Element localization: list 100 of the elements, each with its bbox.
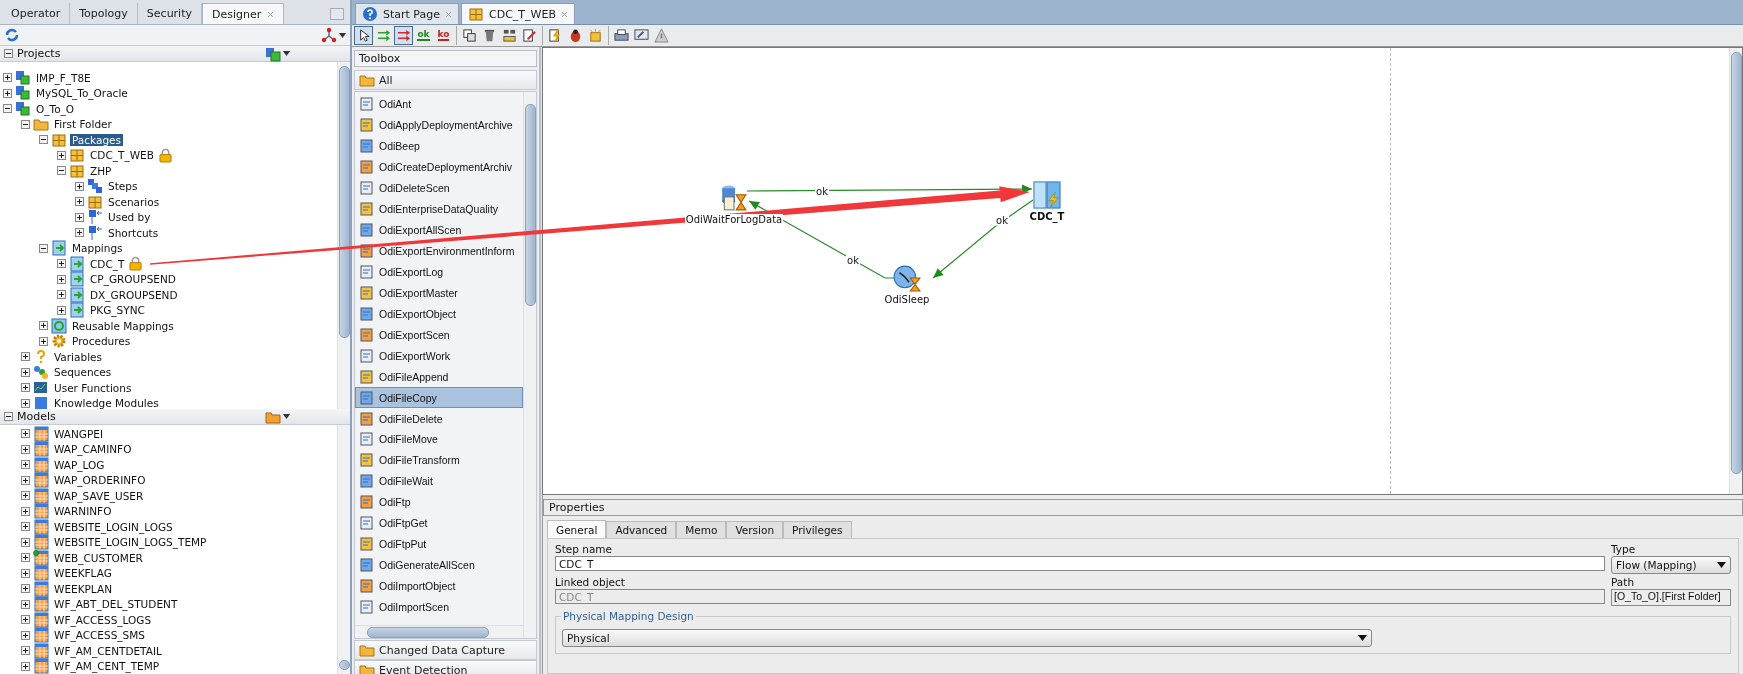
expand-icon[interactable] — [39, 321, 48, 331]
tree-item[interactable]: Scenarios — [106, 195, 162, 208]
toolbox-item[interactable]: OdiFtpGet — [355, 512, 523, 534]
expand-icon[interactable] — [21, 615, 30, 625]
expand-icon[interactable] — [57, 290, 66, 300]
toolbox-item[interactable]: OdiExportLog — [355, 261, 523, 283]
scrollbar[interactable] — [355, 625, 523, 638]
collapse-icon[interactable] — [4, 412, 13, 421]
tree-item[interactable]: WEBSITE_LOGIN_LOGS_TEMP — [52, 536, 209, 549]
caret-icon[interactable] — [283, 414, 290, 419]
toolbox-item[interactable]: OdiFileCopy — [355, 387, 523, 409]
tree-item[interactable]: IMP_F_T8E — [34, 71, 93, 84]
panel-tab[interactable]: Topology — [70, 3, 138, 24]
tree-item[interactable]: DX_GROUPSEND — [88, 288, 180, 301]
tree-item[interactable]: Procedures — [70, 335, 133, 348]
tree-item[interactable]: User Functions — [52, 381, 134, 394]
panel-tab[interactable]: Operator — [2, 3, 71, 24]
toolbox-item[interactable]: OdiFileTransform — [355, 449, 523, 471]
scrollbar[interactable] — [523, 92, 536, 638]
ok-link-button[interactable]: ok — [414, 26, 433, 45]
toolbox-item[interactable]: OdiExportObject — [355, 303, 523, 325]
expand-icon[interactable] — [75, 181, 84, 191]
collapse-icon[interactable] — [39, 135, 48, 145]
toolbox-item[interactable]: OdiImportScen — [355, 596, 523, 618]
tree-item[interactable]: WF_ACCESS_SMS — [52, 629, 147, 642]
tree-item[interactable]: WEB_CUSTOMER — [52, 551, 145, 564]
tree-item[interactable]: Shortcuts — [106, 226, 161, 239]
expand-icon[interactable] — [21, 460, 30, 470]
tree-item[interactable]: CP_GROUPSEND — [88, 273, 178, 286]
toolbox-item[interactable]: OdiExportAllScen — [355, 219, 523, 241]
toolbox-group[interactable]: Changed Data Capture — [354, 640, 537, 660]
tree-item[interactable]: Used by — [106, 211, 153, 224]
properties-tab[interactable]: Version — [726, 521, 784, 538]
tree-item[interactable]: WEEKPLAN — [52, 582, 114, 595]
expand-icon[interactable] — [21, 522, 30, 532]
expand-icon[interactable] — [57, 150, 66, 160]
tree-item[interactable]: WEBSITE_LOGIN_LOGS — [52, 520, 175, 533]
toolbox-item[interactable]: OdiExportScen — [355, 324, 523, 346]
expand-icon[interactable] — [21, 599, 30, 609]
expand-icon[interactable] — [21, 537, 30, 547]
tree-item[interactable]: Knowledge Modules — [52, 397, 161, 409]
expand-icon[interactable] — [21, 630, 30, 640]
tree-item[interactable]: WF_AM_CENTDETAIL — [52, 644, 164, 657]
tree-item[interactable]: MySQL_To_Oracle — [34, 87, 130, 100]
ko-link-button[interactable]: ko — [434, 26, 453, 45]
tree-item[interactable]: ZHP — [88, 164, 114, 177]
tree-item[interactable]: WAP_ORDERINFO — [52, 474, 148, 487]
editor-tab[interactable]: CDC_T_WEB — [461, 3, 575, 24]
expand-icon[interactable] — [75, 197, 84, 207]
properties-tab[interactable]: Privileges — [783, 521, 852, 538]
expand-icon[interactable] — [57, 274, 66, 284]
expand-icon[interactable] — [3, 73, 12, 83]
tree-item[interactable]: O_To_O — [34, 102, 77, 115]
tree-item[interactable]: Steps — [106, 180, 140, 193]
panel-tab[interactable]: Designer — [202, 3, 285, 24]
scrollbar[interactable] — [337, 62, 350, 409]
toolbox-item[interactable]: OdiFtp — [355, 491, 523, 513]
properties-tab[interactable]: Advanced — [606, 521, 677, 538]
flow-button[interactable] — [394, 26, 413, 45]
toolbox-item[interactable]: OdiFileWait — [355, 470, 523, 492]
path-field[interactable]: [O_To_O].[First Folder] — [1611, 589, 1731, 606]
scrollbar[interactable] — [1729, 48, 1742, 494]
toolbox-item[interactable]: OdiFileMove — [355, 429, 523, 450]
toolbox-item[interactable]: OdiImportObject — [355, 575, 523, 597]
edit-button[interactable] — [520, 26, 539, 45]
tree-item[interactable]: WF_AM_CENT_TEMP — [52, 660, 162, 673]
toolbox-item[interactable]: OdiEnterpriseDataQuality — [355, 198, 523, 220]
scrollbar[interactable] — [337, 425, 350, 674]
expand-icon[interactable] — [75, 212, 84, 222]
toolbox-item[interactable]: OdiBeep — [355, 135, 523, 157]
expand-icon[interactable] — [21, 646, 30, 656]
expand-icon[interactable] — [39, 336, 48, 346]
toolbox-item[interactable]: OdiGenerateAllScen — [355, 554, 523, 576]
expand-icon[interactable] — [21, 352, 30, 362]
pointer-button[interactable] — [354, 26, 373, 45]
expand-icon[interactable] — [57, 305, 66, 315]
tree-item[interactable]: WAP_LOG — [52, 458, 107, 471]
tree-item[interactable]: WF_ABT_DEL_STUDENT — [52, 598, 180, 611]
tree-item[interactable]: Packages — [70, 133, 123, 146]
collapse-icon[interactable] — [3, 104, 12, 114]
editor-tab[interactable]: Start Page — [355, 3, 459, 24]
tree-item[interactable]: Variables — [52, 350, 104, 363]
toolbox-group[interactable]: All — [354, 70, 537, 90]
collapse-icon[interactable] — [39, 243, 48, 253]
tree-item[interactable]: WAP_SAVE_USER — [52, 489, 146, 502]
tree-item[interactable]: PKG_SYNC — [88, 304, 147, 317]
tree-item[interactable]: Reusable Mappings — [70, 319, 176, 332]
tree-item[interactable]: Mappings — [70, 242, 125, 255]
tree-item[interactable]: WARNINFO — [52, 505, 114, 518]
expand-icon[interactable] — [3, 88, 12, 98]
properties-tab[interactable]: General — [547, 520, 607, 538]
expand-icon[interactable] — [21, 553, 30, 563]
toolbox-item[interactable]: OdiExportMaster — [355, 282, 523, 304]
expand-icon[interactable] — [21, 661, 30, 671]
expand-icon[interactable] — [21, 475, 30, 485]
tree-item[interactable]: WANGPEI — [52, 427, 106, 440]
properties-tab[interactable]: Memo — [676, 521, 727, 538]
database-hourglass-icon[interactable] — [720, 184, 748, 212]
collapse-icon[interactable] — [57, 166, 66, 176]
caret-icon[interactable] — [339, 32, 346, 38]
